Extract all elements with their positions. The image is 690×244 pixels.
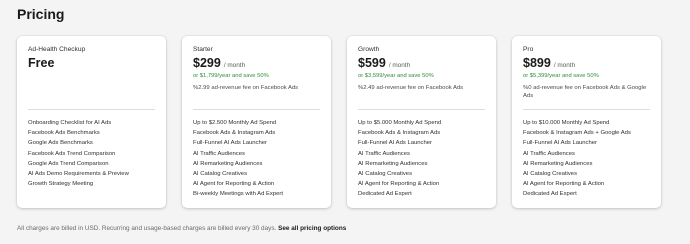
feature-list: Up to $10.000 Monthly Ad Spend Facebook … [523, 118, 653, 200]
feature-item: Growth Strategy Meeting [28, 181, 94, 188]
ad-revenue-fee: %2.49 ad-revenue fee on Facebook Ads [358, 85, 464, 91]
feature-item: AI Catalog Creatives [523, 171, 578, 178]
card-divider [358, 109, 485, 110]
feature-item: AI Traffic Audiences [523, 150, 575, 157]
plan-name: Starter [193, 46, 213, 53]
plan-period: / month [223, 62, 246, 69]
plan-period: / month [553, 62, 576, 69]
price-row: Free [28, 56, 155, 71]
feature-item: Full-Funnel AI Ads Launcher [193, 140, 268, 147]
feature-item: AI Remarketing Audiences [523, 160, 593, 167]
plan-price: Free [28, 56, 55, 70]
feature-item: Up to $2.500 Monthly Ad Spend [193, 120, 277, 126]
feature-item: Dedicated Ad Expert [523, 191, 577, 198]
plan-name: Growth [358, 46, 380, 53]
feature-item: Up to $5.000 Monthly Ad Spend [358, 120, 442, 126]
plan-name: Ad-Health Checkup [28, 46, 86, 53]
card-divider [523, 109, 650, 110]
plan-period: / month [388, 62, 411, 69]
feature-item: Up to $10.000 Monthly Ad Spend [523, 120, 610, 126]
see-all-pricing-link[interactable]: See all pricing options [278, 225, 346, 232]
feature-item: Full-Funnel AI Ads Launcher [523, 140, 598, 147]
card-divider [28, 109, 155, 110]
feature-item: AI Traffic Audiences [193, 150, 245, 157]
billing-note: All charges are billed in USD. Recurring… [17, 225, 346, 232]
plan-card-pro[interactable]: Pro $899 / month or $5,399/year and save… [512, 36, 661, 208]
card-divider [193, 109, 320, 110]
feature-item: AI Agent for Reporting & Action [523, 181, 605, 188]
ad-revenue-fee: %0 ad-revenue fee on Facebook Ads & Goog… [523, 85, 647, 99]
feature-item: Full-Funnel AI Ads Launcher [358, 140, 433, 147]
plan-price: $599 [358, 56, 386, 70]
feature-item: AI Catalog Creatives [358, 171, 413, 178]
feature-item: AI Remarketing Audiences [193, 160, 263, 167]
price-row: $299 / month [193, 56, 320, 71]
feature-list: Up to $5.000 Monthly Ad Spend Facebook A… [358, 118, 488, 200]
feature-list: Up to $2.500 Monthly Ad Spend Facebook A… [193, 118, 323, 200]
feature-item: Facebook Ads & Instagram Ads [358, 130, 441, 137]
page-title: Pricing [17, 6, 65, 22]
feature-item: Google Ads Trend Comparison [28, 160, 109, 167]
price-row: $899 / month [523, 56, 650, 71]
plan-name: Pro [523, 46, 534, 53]
plan-price: $899 [523, 56, 551, 70]
billing-note-text: All charges are billed in USD. Recurring… [17, 225, 277, 232]
feature-item: AI Catalog Creatives [193, 171, 248, 178]
ad-revenue-fee: %2.99 ad-revenue fee on Facebook Ads [193, 85, 299, 91]
feature-item: Facebook Ads Benchmarks [28, 130, 100, 137]
annual-savings: or $5,399/year and save 50% [523, 73, 599, 79]
feature-item: AI Agent for Reporting & Action [358, 181, 440, 188]
feature-item: AI Agent for Reporting & Action [193, 181, 275, 188]
price-row: $599 / month [358, 56, 485, 71]
annual-savings: or $1,799/year and save 50% [193, 73, 269, 79]
annual-savings: or $3,599/year and save 50% [358, 73, 434, 79]
feature-item: Facebook Ads Trend Comparison [28, 150, 116, 157]
plan-price: $299 [193, 56, 221, 70]
feature-item: Facebook Ads & Instagram Ads [193, 130, 276, 137]
feature-item: Google Ads Benchmarks [28, 140, 93, 147]
plan-card-growth[interactable]: Growth $599 / month or $3,599/year and s… [347, 36, 496, 208]
feature-item: Bi-weekly Meetings with Ad Expert [193, 191, 284, 198]
feature-item: Onboarding Checklist for AI Ads [28, 120, 112, 126]
feature-item: AI Ads Demo Requirements & Preview [28, 171, 129, 178]
feature-item: Facebook & Instagram Ads + Google Ads [523, 130, 631, 137]
feature-list: Onboarding Checklist for AI Ads Facebook… [28, 118, 158, 189]
plan-card-ad-health-checkup[interactable]: Ad-Health Checkup Free Onboarding Checkl… [17, 36, 166, 208]
feature-item: Dedicated Ad Expert [358, 191, 412, 198]
pricing-cards: Ad-Health Checkup Free Onboarding Checkl… [17, 36, 661, 208]
feature-item: AI Traffic Audiences [358, 150, 410, 157]
plan-card-starter[interactable]: Starter $299 / month or $1,799/year and … [182, 36, 331, 208]
feature-item: AI Remarketing Audiences [358, 160, 428, 167]
